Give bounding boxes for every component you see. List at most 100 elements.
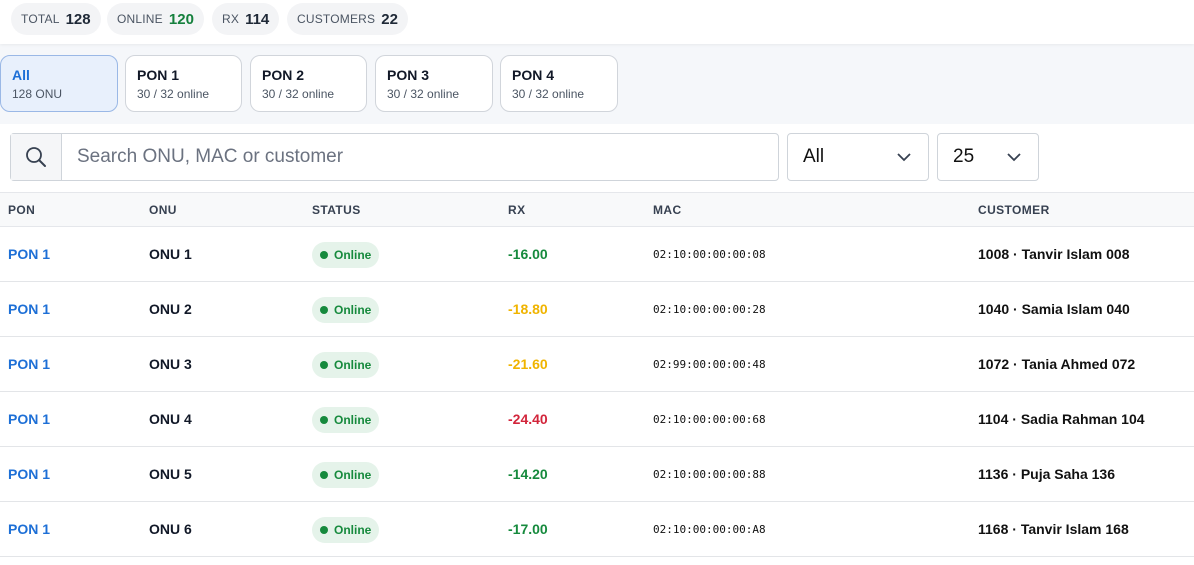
onu-name: ONU 1 (149, 246, 192, 262)
customer-name: 1040 · Samia Islam 040 (978, 301, 1130, 317)
customer-name: 1104 · Sadia Rahman 104 (978, 411, 1145, 427)
tab-sublabel: 30 / 32 online (512, 87, 585, 101)
status-filter-select[interactable]: All (787, 133, 929, 181)
pon-link[interactable]: PON 1 (8, 466, 50, 482)
tab-sublabel: 128 ONU (12, 87, 63, 101)
table-row[interactable]: PON 1 ONU 3 Online -21.60 02:99:00:00:00… (0, 337, 1194, 392)
table-row[interactable]: PON 1 ONU 1 Online -16.00 02:10:00:00:00… (0, 227, 1194, 282)
stat-label: RX (222, 12, 240, 26)
status-badge: Online (312, 297, 379, 323)
column-header-mac[interactable]: MAC (653, 203, 682, 217)
search-box (10, 133, 779, 181)
tab-all[interactable]: All 128 ONU (0, 55, 118, 112)
search-input[interactable] (62, 134, 778, 180)
customer-name: 1136 · Puja Saha 136 (978, 466, 1115, 482)
stat-value: 128 (65, 10, 91, 28)
column-header-onu[interactable]: ONU (149, 203, 177, 217)
status-dot-icon (320, 416, 328, 424)
table-row[interactable]: PON 1 ONU 4 Online -24.40 02:10:00:00:00… (0, 392, 1194, 447)
onu-name: ONU 6 (149, 521, 192, 537)
tab-sublabel: 30 / 32 online (137, 87, 210, 101)
onu-name: ONU 3 (149, 356, 192, 372)
select-value: All (803, 146, 825, 167)
tab-label: All (12, 67, 30, 83)
stats-bar: TOTAL 128 ONLINE 120 RX 114 CUSTOMERS 22 (0, 0, 1194, 44)
customer-name: 1008 · Tanvir Islam 008 (978, 246, 1130, 262)
status-badge: Online (312, 242, 379, 268)
rx-value: -24.40 (508, 411, 548, 427)
status-dot-icon (320, 251, 328, 259)
tab-pon-2[interactable]: PON 2 30 / 32 online (250, 55, 367, 112)
onu-name: ONU 4 (149, 411, 192, 427)
tab-pon-1[interactable]: PON 1 30 / 32 online (125, 55, 242, 112)
mac-address: 02:10:00:00:00:28 (653, 303, 766, 316)
status-badge: Online (312, 462, 379, 488)
mac-address: 02:99:00:00:00:48 (653, 358, 766, 371)
tab-sublabel: 30 / 32 online (387, 87, 460, 101)
tab-label: PON 4 (512, 67, 555, 83)
tab-label: PON 1 (137, 67, 180, 83)
stat-value: 120 (168, 10, 194, 28)
tab-pon-4[interactable]: PON 4 30 / 32 online (500, 55, 618, 112)
status-text: Online (334, 413, 372, 427)
chevron-down-icon (1007, 153, 1021, 162)
rx-value: -18.80 (508, 301, 548, 317)
stat-total: TOTAL 128 (11, 3, 101, 35)
pon-link[interactable]: PON 1 (8, 246, 50, 262)
status-dot-icon (320, 526, 328, 534)
mac-address: 02:10:00:00:00:88 (653, 468, 766, 481)
column-header-rx[interactable]: RX (508, 203, 525, 217)
stat-label: TOTAL (21, 12, 60, 26)
tab-pon-3[interactable]: PON 3 30 / 32 online (375, 55, 493, 112)
status-dot-icon (320, 306, 328, 314)
status-text: Online (334, 468, 372, 482)
stat-rx: RX 114 (212, 3, 280, 35)
onu-name: ONU 5 (149, 466, 192, 482)
pon-link[interactable]: PON 1 (8, 411, 50, 427)
table-row[interactable]: PON 1 ONU 2 Online -18.80 02:10:00:00:00… (0, 282, 1194, 337)
tab-sublabel: 30 / 32 online (262, 87, 335, 101)
filter-bar: All 25 (0, 124, 1194, 192)
status-badge: Online (312, 517, 379, 543)
stat-label: ONLINE (117, 12, 163, 26)
pon-link[interactable]: PON 1 (8, 301, 50, 317)
column-header-status[interactable]: STATUS (312, 203, 361, 217)
pon-link[interactable]: PON 1 (8, 356, 50, 372)
table-row[interactable]: PON 1 ONU 6 Online -17.00 02:10:00:00:00… (0, 502, 1194, 557)
status-dot-icon (320, 471, 328, 479)
status-text: Online (334, 523, 372, 537)
stat-customers: CUSTOMERS 22 (287, 3, 408, 35)
customer-name: 1072 · Tania Ahmed 072 (978, 356, 1136, 372)
column-header-customer[interactable]: CUSTOMER (978, 203, 1050, 217)
column-header-pon[interactable]: PON (8, 203, 35, 217)
status-text: Online (334, 248, 372, 262)
status-badge: Online (312, 407, 379, 433)
stat-label: CUSTOMERS (297, 12, 376, 26)
onu-name: ONU 2 (149, 301, 192, 317)
rx-value: -17.00 (508, 521, 548, 537)
stat-online: ONLINE 120 (107, 3, 204, 35)
customer-name: 1168 · Tanvir Islam 168 (978, 521, 1129, 537)
mac-address: 02:10:00:00:00:68 (653, 413, 766, 426)
status-badge: Online (312, 352, 379, 378)
stat-value: 22 (381, 10, 398, 28)
page-size-select[interactable]: 25 (937, 133, 1039, 181)
tab-label: PON 3 (387, 67, 430, 83)
status-text: Online (334, 303, 372, 317)
table-row[interactable]: PON 1 ONU 5 Online -14.20 02:10:00:00:00… (0, 447, 1194, 502)
status-text: Online (334, 358, 372, 372)
status-dot-icon (320, 361, 328, 369)
rx-value: -16.00 (508, 246, 548, 262)
chevron-down-icon (897, 153, 911, 162)
mac-address: 02:10:00:00:00:A8 (653, 523, 766, 536)
pon-tab-bar: All 128 ONU PON 1 30 / 32 online PON 2 3… (0, 44, 1194, 124)
pon-link[interactable]: PON 1 (8, 521, 50, 537)
mac-address: 02:10:00:00:00:08 (653, 248, 766, 261)
rx-value: -14.20 (508, 466, 548, 482)
search-icon[interactable] (11, 134, 62, 180)
stat-value: 114 (245, 10, 270, 28)
tab-label: PON 2 (262, 67, 305, 83)
table-header: PON ONU STATUS RX MAC CUSTOMER (0, 192, 1194, 227)
rx-value: -21.60 (508, 356, 548, 372)
select-value: 25 (953, 146, 975, 167)
